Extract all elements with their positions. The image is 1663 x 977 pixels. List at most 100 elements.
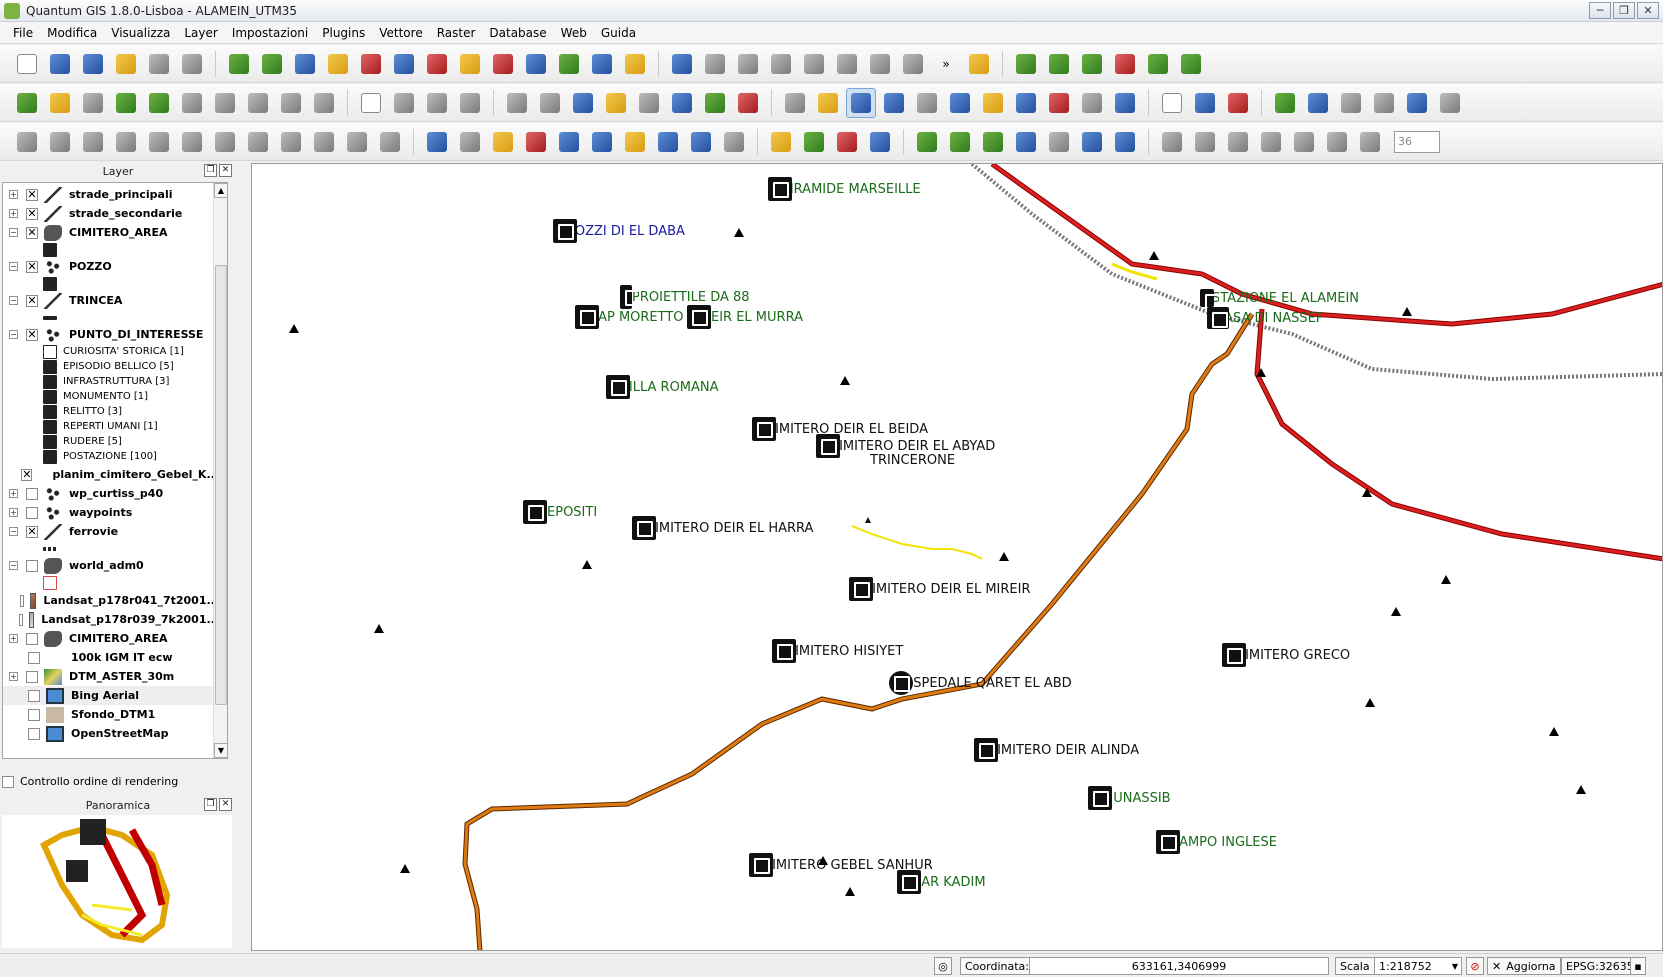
home-tool-2-button[interactable]	[686, 127, 716, 157]
raster-tool-button[interactable]	[1435, 88, 1465, 118]
layer-checkbox[interactable]	[26, 559, 38, 572]
actions-button[interactable]	[455, 127, 485, 157]
db-tool-5-button[interactable]	[1044, 127, 1074, 157]
layer-row[interactable]: − ✕ PUNTO_DI_INTERESSE	[3, 325, 219, 344]
minimize-button[interactable]: ─	[1589, 2, 1611, 19]
tool-11-button[interactable]	[502, 88, 532, 118]
measure-line-button[interactable]	[587, 127, 617, 157]
collapse-icon[interactable]: −	[9, 527, 18, 536]
menu-modifica[interactable]: Modifica	[40, 26, 104, 40]
new-project-button[interactable]	[12, 49, 42, 79]
tool-16-button[interactable]	[667, 88, 697, 118]
scrollbar-thumb[interactable]	[215, 265, 227, 705]
tool-6-button[interactable]	[177, 88, 207, 118]
map-poi[interactable]: DEIR EL MURRA	[687, 305, 803, 329]
georef-button[interactable]	[1336, 88, 1366, 118]
screen-capture-button[interactable]	[865, 127, 895, 157]
zoom-full-button[interactable]	[945, 88, 975, 118]
render-order-checkbox[interactable]	[2, 775, 14, 788]
map-poi[interactable]: CASA DI NASSEF	[1207, 307, 1323, 329]
collapse-icon[interactable]: −	[9, 330, 18, 339]
layer-checkbox[interactable]	[28, 708, 40, 721]
float-panel-button[interactable]: ❐	[204, 798, 217, 811]
shape-oval-button[interactable]	[1322, 127, 1352, 157]
expand-icon[interactable]: +	[9, 190, 18, 199]
map-canvas[interactable]: PIRAMIDE MARSEILLE POZZI DI EL DABA PROI…	[251, 163, 1663, 951]
delete-selected-button[interactable]	[832, 49, 862, 79]
deselect-button[interactable]	[521, 127, 551, 157]
tool-5-button[interactable]	[144, 88, 174, 118]
layer-row[interactable]: Landsat_p178r039_7k2001...	[3, 610, 219, 629]
add-wfs-button[interactable]	[455, 49, 485, 79]
layer-row[interactable]: Sfondo_DTM1	[3, 705, 219, 724]
menu-database[interactable]: Database	[482, 26, 553, 40]
tool-14-button[interactable]	[601, 88, 631, 118]
menu-file[interactable]: File	[6, 26, 40, 40]
close-button[interactable]: ✕	[1637, 2, 1659, 19]
tool-3-button[interactable]	[78, 88, 108, 118]
node-tool-button[interactable]	[799, 49, 829, 79]
adv-7-button[interactable]	[276, 127, 306, 157]
db-tool-1-button[interactable]	[912, 127, 942, 157]
menu-visualizza[interactable]: Visualizza	[104, 26, 177, 40]
more-tools-button[interactable]: »	[931, 49, 961, 79]
render-order-control[interactable]: Controllo ordine di rendering	[2, 775, 178, 788]
float-panel-button[interactable]: ❐	[204, 164, 217, 177]
refresh-button[interactable]	[1110, 88, 1140, 118]
measure-tool-button[interactable]	[1270, 88, 1300, 118]
menu-impostazioni[interactable]: Impostazioni	[225, 26, 315, 40]
adv-3-button[interactable]	[144, 127, 174, 157]
layer-row[interactable]: − ✕ CIMITERO_AREA	[3, 223, 219, 242]
remove-layer-button[interactable]	[488, 49, 518, 79]
shape-spiral-button[interactable]	[1355, 127, 1385, 157]
db-tool-6-button[interactable]	[1077, 127, 1107, 157]
layer-checkbox[interactable]	[19, 613, 24, 626]
scroll-up-icon[interactable]: ▲	[214, 183, 227, 198]
adv-6-button[interactable]	[243, 127, 273, 157]
map-poi[interactable]: CIMITERO DEIR EL MIREIR	[849, 577, 1031, 601]
layer-row[interactable]: − world_adm0	[3, 556, 219, 575]
map-poi[interactable]: CAMPO INGLESE	[1156, 830, 1277, 854]
pan-to-selection-button[interactable]	[813, 88, 843, 118]
layer-row[interactable]: Bing Aerial	[3, 686, 219, 705]
adv-9-button[interactable]	[342, 127, 372, 157]
map-poi[interactable]: CAP MORETTO	[575, 305, 684, 329]
db-tool-3-button[interactable]	[978, 127, 1008, 157]
coord-toggle-button[interactable]: ◎	[934, 957, 952, 975]
layer-checkbox[interactable]	[28, 727, 40, 740]
shape-point-button[interactable]	[1223, 127, 1253, 157]
layer-row[interactable]: + ✕ strade_principali	[3, 185, 219, 204]
overview-map[interactable]	[2, 815, 232, 948]
map-poi[interactable]: CIMITERO DEIR EL HARRA	[632, 516, 813, 540]
map-poi[interactable]: VILLA ROMANA	[606, 375, 719, 399]
add-feature-button[interactable]	[733, 49, 763, 79]
plugin-tool-2-button[interactable]	[1044, 49, 1074, 79]
add-delimited-button[interactable]	[554, 49, 584, 79]
menu-layer[interactable]: Layer	[177, 26, 224, 40]
add-vector-button[interactable]	[224, 49, 254, 79]
home-tool-1-button[interactable]	[653, 127, 683, 157]
move-label-button[interactable]	[455, 88, 485, 118]
crs-button[interactable]: EPSG:32635	[1561, 957, 1639, 975]
identify-button[interactable]	[1190, 88, 1220, 118]
layer-checkbox[interactable]: ✕	[26, 260, 38, 273]
layer-row[interactable]: − ✕ ferrovie	[3, 522, 219, 541]
select-features-button[interactable]	[488, 127, 518, 157]
layer-row[interactable]: − ✕ POZZO	[3, 257, 219, 276]
layer-checkbox[interactable]	[26, 632, 38, 645]
menu-raster[interactable]: Raster	[430, 26, 483, 40]
label-tool-button[interactable]	[356, 88, 386, 118]
zoom-out-button[interactable]	[879, 88, 909, 118]
menu-vettore[interactable]: Vettore	[372, 26, 429, 40]
db-tool-7-button[interactable]	[1110, 127, 1140, 157]
close-panel-button[interactable]: ✕	[219, 798, 232, 811]
zoom-last-button[interactable]	[1044, 88, 1074, 118]
layer-row[interactable]: + waypoints	[3, 503, 219, 522]
layer-checkbox[interactable]: ✕	[26, 294, 38, 307]
add-wms-button[interactable]	[389, 49, 419, 79]
layer-checkbox[interactable]	[26, 506, 38, 519]
tool-10-button[interactable]	[309, 88, 339, 118]
layer-row[interactable]: + CIMITERO_AREA	[3, 629, 219, 648]
zoom-selection-button[interactable]	[978, 88, 1008, 118]
save-edits-button[interactable]	[700, 49, 730, 79]
